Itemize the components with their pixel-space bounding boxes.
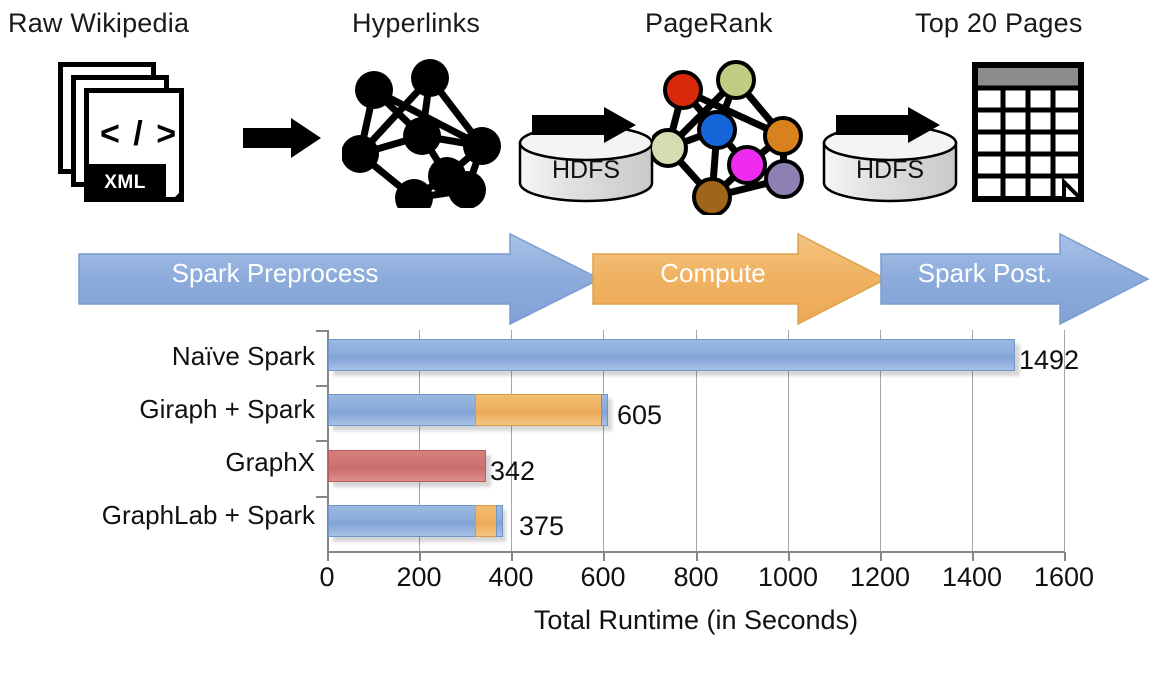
chart-category-label-1: Giraph + Spark — [139, 394, 315, 424]
x-tick-label-0: 0 — [319, 562, 335, 592]
slide-canvas: Raw Wikipedia Hyperlinks PageRank Top 20… — [0, 0, 1156, 677]
bar-segment-giraph-post — [601, 394, 608, 426]
x-axis-title: Total Runtime (in Seconds) — [533, 605, 859, 635]
x-tick-label-1600: 1600 — [1033, 562, 1095, 592]
bar-value-label-2: 342 — [490, 456, 536, 486]
bar-value-label-0: 1492 — [1019, 345, 1080, 375]
x-tick-label-1000: 1000 — [757, 562, 819, 592]
y-tick-3 — [316, 496, 327, 498]
bar-segment-giraph-compute — [475, 394, 602, 426]
x-tick-label-800: 800 — [673, 562, 719, 592]
runtime-bar-chart: Naïve Spark Giraph + Spark GraphX GraphL… — [0, 0, 1156, 677]
chart-category-label-0: Naïve Spark — [171, 341, 315, 371]
bar-segment-graphlab-compute — [475, 505, 497, 537]
x-tick-800 — [696, 552, 698, 561]
bar-segment-naive-spark-preprocess — [328, 339, 1015, 371]
bar-segment-graphlab-post — [496, 505, 503, 537]
x-tick-200 — [419, 552, 421, 561]
bar-segment-graphx — [328, 450, 486, 482]
x-tick-label-1400: 1400 — [941, 562, 1003, 592]
bar-value-label-1: 605 — [617, 400, 663, 430]
x-tick-400 — [511, 552, 513, 561]
x-tick-1400 — [972, 552, 974, 561]
y-tick-0 — [316, 330, 327, 332]
x-tick-label-400: 400 — [488, 562, 534, 592]
x-tick-0 — [327, 552, 329, 561]
chart-category-label-3: GraphLab + Spark — [101, 500, 315, 530]
x-tick-label-200: 200 — [396, 562, 442, 592]
x-tick-600 — [603, 552, 605, 561]
y-tick-2 — [316, 440, 327, 442]
bar-segment-graphlab-preprocess — [328, 505, 476, 537]
x-tick-1200 — [880, 552, 882, 561]
x-tick-label-1200: 1200 — [849, 562, 911, 592]
chart-category-label-2: GraphX — [225, 447, 315, 477]
x-tick-1600 — [1064, 552, 1066, 561]
bar-value-label-3: 375 — [519, 511, 565, 541]
y-tick-1 — [316, 385, 327, 387]
x-tick-label-600: 600 — [580, 562, 626, 592]
x-tick-1000 — [788, 552, 790, 561]
bar-segment-giraph-preprocess — [328, 394, 476, 426]
